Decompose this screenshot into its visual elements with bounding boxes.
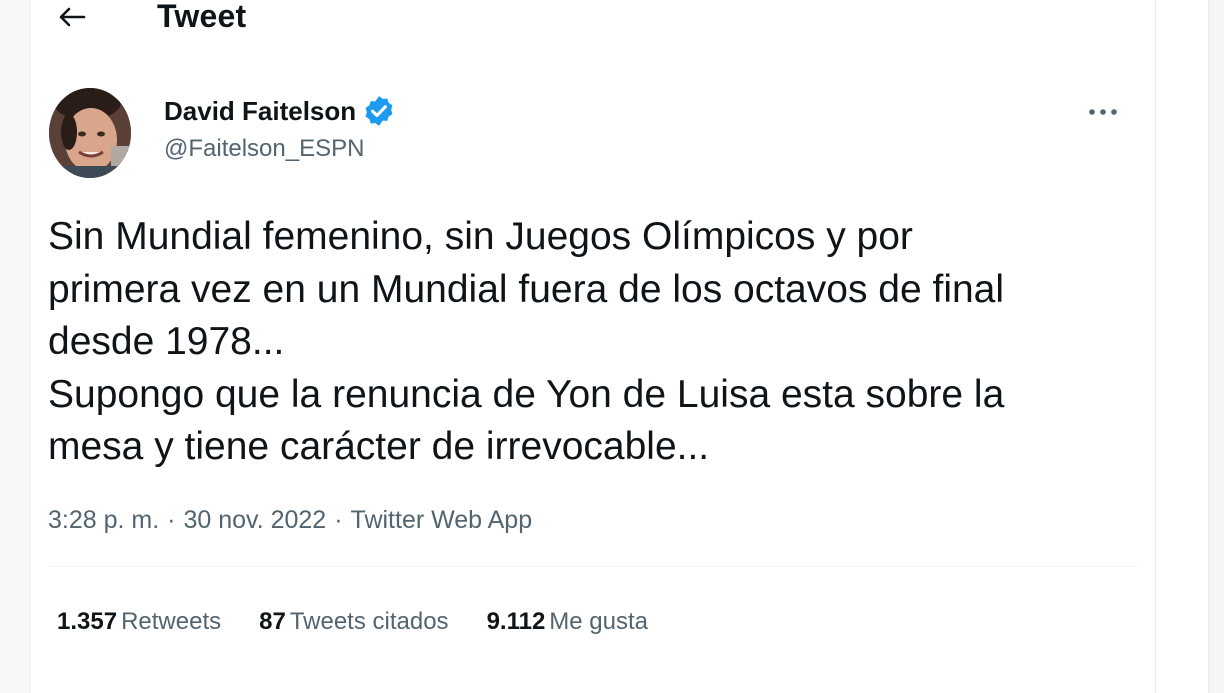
back-arrow-icon [59, 7, 86, 27]
likes-label: Me gusta [549, 608, 649, 635]
quote-tweets-stat[interactable]: 87 Tweets citados [259, 608, 448, 636]
author-photo [49, 88, 131, 178]
right-gutter [1156, 0, 1224, 693]
right-panel-edge [1208, 0, 1224, 693]
author-name-row[interactable]: David Faitelson [164, 94, 396, 128]
header: Tweet [31, 0, 1155, 36]
retweets-label: Retweets [121, 608, 222, 635]
tweet-meta: 3:28 p. m. · 30 nov. 2022 · Twitter Web … [48, 506, 532, 535]
tweet-time[interactable]: 3:28 p. m. [48, 506, 159, 535]
page-title: Tweet [157, 0, 247, 34]
author-handle[interactable]: @Faitelson_ESPN [164, 135, 364, 163]
retweets-stat[interactable]: 1.357 Retweets [57, 608, 221, 636]
avatar[interactable] [49, 88, 131, 178]
back-button[interactable] [51, 0, 91, 34]
verified-badge-icon [362, 94, 396, 128]
tweet-detail-column: Tweet David Faitelson @Faitelson_ESPN Si… [31, 0, 1156, 693]
likes-count: 9.112 [486, 608, 546, 635]
tweet-date[interactable]: 30 nov. 2022 [184, 506, 327, 535]
author-name[interactable]: David Faitelson [164, 96, 356, 127]
meta-separator: · [167, 506, 176, 534]
tweet-stats: 1.357 Retweets 87 Tweets citados 9.112 Me g… [57, 608, 648, 636]
quote-tweets-count: 87 [259, 608, 286, 635]
left-gutter [0, 0, 31, 693]
tweet-source[interactable]: Twitter Web App [351, 506, 533, 535]
quote-tweets-label: Tweets citados [289, 608, 449, 635]
meta-separator: · [334, 506, 343, 534]
more-options-button[interactable] [1083, 96, 1123, 128]
divider [48, 566, 1138, 567]
more-dots-icon [1089, 109, 1117, 115]
retweets-count: 1.357 [57, 608, 118, 635]
tweet-text: Sin Mundial femenino, sin Juegos Olímpic… [48, 215, 1005, 468]
page: Tweet David Faitelson @Faitelson_ESPN Si… [0, 0, 1224, 693]
likes-stat[interactable]: 9.112 Me gusta [487, 608, 648, 636]
